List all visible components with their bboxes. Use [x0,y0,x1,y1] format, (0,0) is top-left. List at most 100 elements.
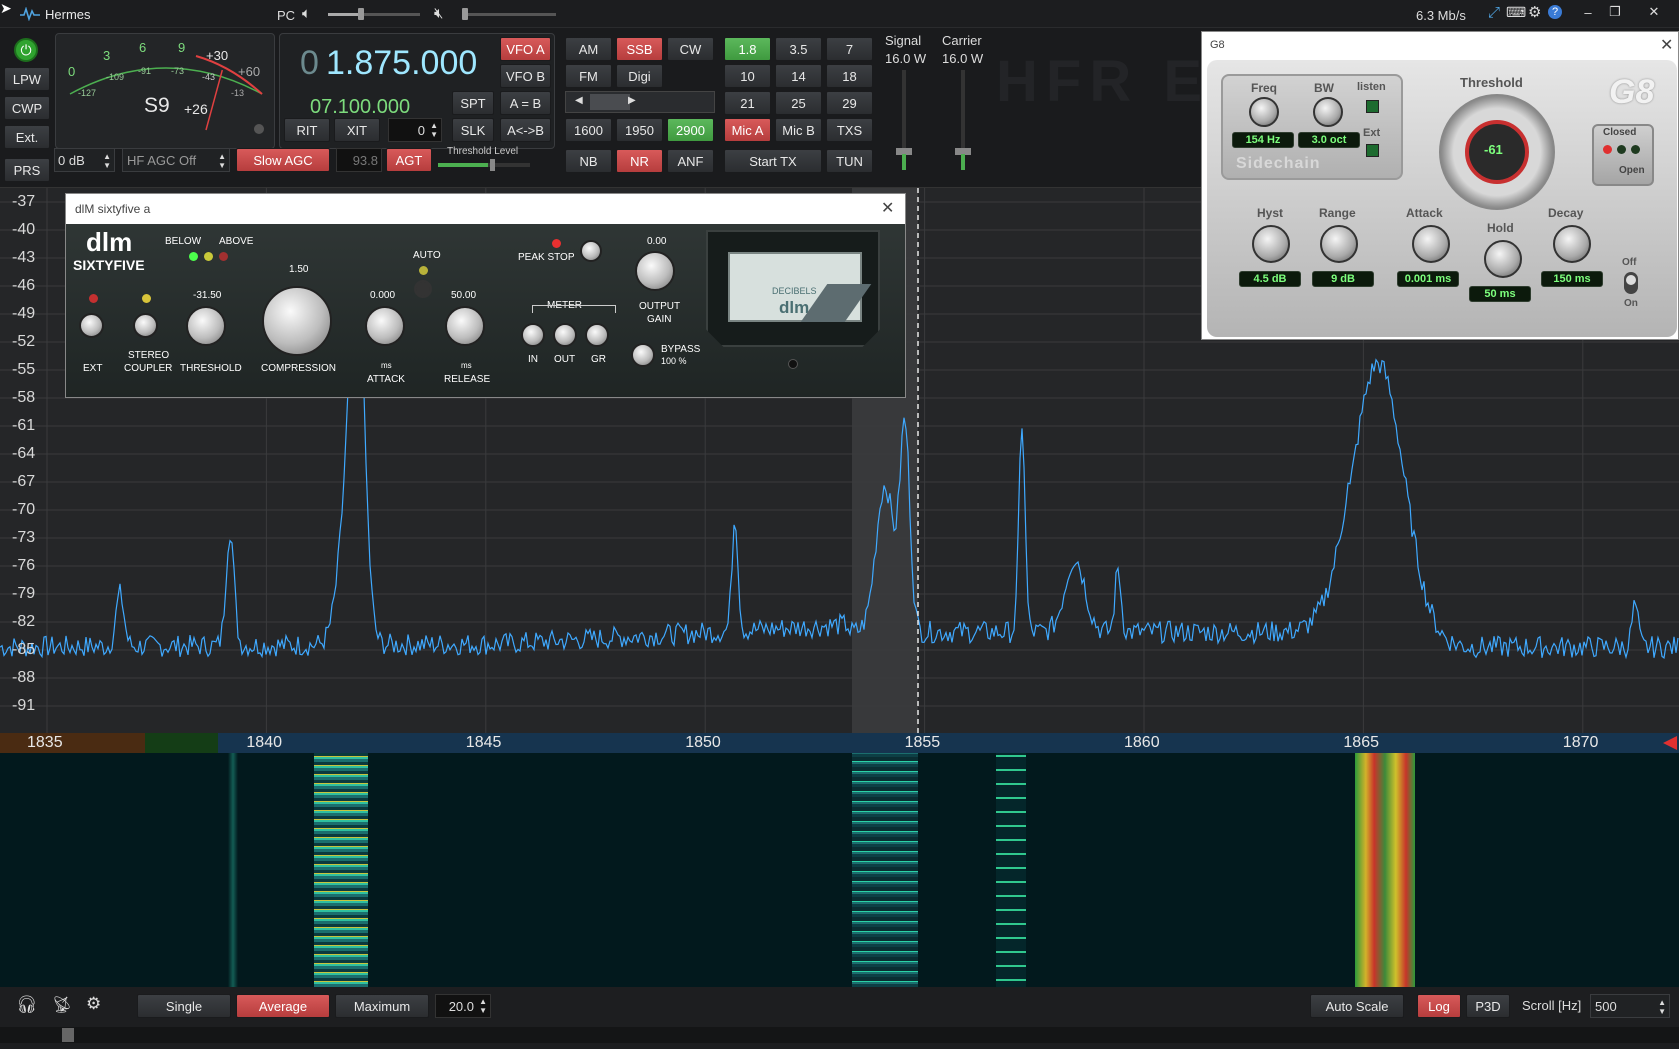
band-29-button[interactable]: 29 [826,91,873,115]
listen-toggle[interactable] [1366,100,1379,113]
filter-2900-button[interactable]: 2900 [667,118,714,142]
slk-button[interactable]: SLK [452,118,494,142]
compression-knob[interactable] [262,286,332,356]
horizontal-scrollbar[interactable] [0,1027,1679,1043]
hyst-knob[interactable] [1252,225,1290,263]
band-25-button[interactable]: 25 [775,91,822,115]
scroll-value-select[interactable]: 500 ▲ ▼ [1590,994,1670,1018]
average-value-spinner[interactable]: 20.0 ▲ ▼ [435,994,491,1018]
restore-button[interactable]: ❐ [1604,4,1626,20]
stereo-coupler-knob[interactable] [133,313,158,338]
output-gain-knob[interactable] [635,251,675,291]
bypass-knob[interactable] [631,343,655,367]
log-button[interactable]: Log [1417,994,1461,1018]
range-knob[interactable] [1320,225,1358,263]
ext-knob[interactable] [79,313,104,338]
headset-icon[interactable]: 🎧︎ [16,995,38,1015]
slider-right-arrow-icon[interactable]: ▶ [628,95,636,106]
auto-scale-button[interactable]: Auto Scale [1310,994,1404,1018]
peak-stop-knob[interactable] [580,240,602,262]
minimize-button[interactable]: – [1577,4,1599,20]
carrier-slider[interactable] [955,70,971,170]
filter-1950-button[interactable]: 1950 [616,118,663,142]
power-button[interactable]: ⏻ [14,38,38,62]
band-18-button[interactable]: 18 [826,64,873,88]
swap-button[interactable]: A<->B [500,118,551,142]
mode-digi-button[interactable]: Digi [616,64,663,88]
rit-button[interactable]: RIT [284,118,330,142]
filter-shift-slider[interactable]: ◀ ▶ [565,91,715,113]
decay-knob[interactable] [1553,225,1591,263]
txs-button[interactable]: TXS [826,118,873,142]
anf-button[interactable]: ANF [667,149,714,173]
lpw-button[interactable]: LPW [4,67,50,91]
help-icon[interactable]: ? [1548,5,1562,19]
mode-ssb-button[interactable]: SSB [616,37,663,61]
cwp-button[interactable]: CWP [4,96,50,120]
prs-button[interactable]: PRS [4,158,50,182]
signal-slider[interactable] [896,70,912,170]
mode-cw-button[interactable]: CW [667,37,714,61]
agc-mode-select[interactable]: HF AGC Off ▲ ▼ [122,148,230,172]
vfo-b-button[interactable]: VFO B [500,64,551,88]
vfo-main-frequency[interactable]: 1.875.000 [326,44,477,83]
freq-knob[interactable] [1249,97,1279,127]
mic-a-button[interactable]: Mic A [724,118,771,142]
slow-agc-button[interactable]: Slow AGC [236,148,330,172]
off-on-switch[interactable] [1624,272,1638,294]
filter-1600-button[interactable]: 1600 [565,118,612,142]
band-10-button[interactable]: 10 [724,64,771,88]
a-equals-b-button[interactable]: A = B [500,91,551,115]
attack-knob[interactable] [1412,225,1450,263]
pc-volume-slider[interactable] [328,8,420,20]
gain-select[interactable]: 0 dB ▲ ▼ [54,148,115,172]
close-button[interactable]: ✕ [1643,4,1665,20]
ext-button[interactable]: Ext. [4,125,50,149]
speaker-icon[interactable]: 🔈︎ [302,5,311,22]
average-button[interactable]: Average [236,994,330,1018]
band-7-button[interactable]: 7 [826,37,873,61]
mic-b-button[interactable]: Mic B [775,118,822,142]
fullscreen-icon[interactable]: ⤢ [1488,4,1500,21]
band-1-8-button[interactable]: 1.8 [724,37,771,61]
g8-close-icon[interactable]: ✕ [1660,35,1673,55]
auto-button[interactable] [414,280,432,298]
mute-volume-slider[interactable] [462,8,556,20]
attack-knob[interactable] [365,306,405,346]
gear-icon[interactable]: ⚙ [1528,3,1541,21]
maximum-button[interactable]: Maximum [335,994,429,1018]
vfo-a-button[interactable]: VFO A [500,37,551,61]
hold-knob[interactable] [1484,240,1522,278]
threshold-level-slider[interactable] [438,159,530,171]
xit-button[interactable]: XIT [334,118,380,142]
nr-button[interactable]: NR [616,149,663,173]
agt-button[interactable]: AGT [386,148,432,172]
threshold-dial[interactable]: -61 [1439,94,1555,210]
meter-gr-knob[interactable] [585,323,609,347]
rit-value-spinner[interactable]: 0 ▲ ▼ [388,118,442,142]
ext-toggle[interactable] [1366,144,1379,157]
vfo-sub-frequency[interactable]: 07.100.000 [310,96,410,119]
meter-in-knob[interactable] [521,323,545,347]
mode-fm-button[interactable]: FM [565,64,612,88]
release-knob[interactable] [445,306,485,346]
p3d-button[interactable]: P3D [1466,994,1510,1018]
bw-knob[interactable] [1313,97,1343,127]
settings-wheel-icon[interactable]: ⚙ [86,994,101,1014]
dlm-close-icon[interactable]: ✕ [881,198,894,218]
band-21-button[interactable]: 21 [724,91,771,115]
meter-out-knob[interactable] [553,323,577,347]
mute-icon[interactable]: 🔇︎ [434,5,443,22]
nb-button[interactable]: NB [565,149,612,173]
agt-value[interactable]: 93.8 [336,148,382,172]
antenna-icon[interactable]: 📡︎ [52,995,72,1015]
tun-button[interactable]: TUN [826,149,873,173]
slider-left-arrow-icon[interactable]: ◀ [575,95,583,106]
spt-button[interactable]: SPT [452,91,494,115]
start-tx-button[interactable]: Start TX [724,149,822,173]
band-3-5-button[interactable]: 3.5 [775,37,822,61]
threshold-knob[interactable] [186,306,226,346]
single-button[interactable]: Single [137,994,231,1018]
waterfall-panel[interactable] [0,753,1679,987]
keyboard-icon[interactable]: ⌨ [1506,4,1526,21]
